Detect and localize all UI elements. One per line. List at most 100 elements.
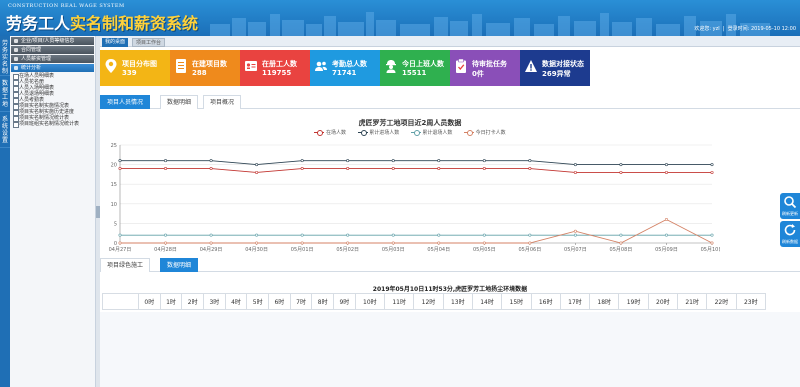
tab-project-personnel[interactable]: 项目人员情况 — [100, 95, 151, 109]
card-projects-under-construction[interactable]: 在建项目数 288 — [170, 50, 240, 86]
hour-header-cell: 9时 — [333, 293, 356, 310]
data-point — [528, 241, 532, 245]
x-tick-label: 05月08日 — [610, 247, 633, 253]
users-icon — [315, 61, 327, 71]
sidebar-group-salary[interactable]: 人员薪资管理 — [11, 55, 94, 63]
hour-header-cell: 3时 — [203, 293, 226, 310]
data-point — [710, 241, 714, 245]
card-value: 71741 — [332, 69, 357, 77]
card-value: 119755 — [262, 69, 292, 77]
data-point — [300, 241, 304, 245]
data-point — [164, 167, 168, 171]
welcome-label: 欢迎您 — [694, 26, 710, 32]
card-attendance-total[interactable]: 考勤总人数 71741 — [310, 50, 380, 86]
app-title-main: 劳务工人 — [6, 14, 71, 33]
module-strip: 劳务实名制 数据工地 系统设置 — [0, 36, 10, 387]
card-value: 339 — [122, 69, 137, 77]
data-point — [482, 241, 486, 245]
side-button-label: 刷新更新 — [782, 211, 798, 216]
tab-project-workbench[interactable]: 项目工作台 — [132, 38, 166, 47]
x-tick-label: 05月03日 — [382, 247, 405, 253]
card-label: 考勤总人数 — [332, 60, 367, 68]
data-point — [664, 233, 668, 237]
data-point — [391, 159, 395, 163]
sidebar-item-team-statistics[interactable]: 项目班组实名制情况统计表 — [10, 121, 95, 128]
data-point — [300, 233, 304, 237]
id-card-icon — [245, 61, 257, 71]
warning-icon — [525, 60, 537, 72]
data-point — [209, 241, 213, 245]
refresh-icon — [784, 224, 796, 236]
module-site-data[interactable]: 数据工地 — [0, 76, 10, 112]
tab-my-desktop[interactable]: 我的桌面 — [102, 38, 129, 47]
data-point — [209, 159, 213, 163]
bottom-tabs: 项目绿色施工 数据明细 — [100, 256, 800, 272]
card-registered-workers[interactable]: 在册工人数 119755 — [240, 50, 310, 86]
data-point — [710, 170, 714, 174]
card-value: 0件 — [472, 70, 484, 78]
sidebar-group-enterprise-info[interactable]: 企业/项目/人员等级信息 — [11, 37, 94, 45]
hour-header-cell: 20时 — [647, 293, 678, 310]
app-title: 劳务工人实名制和薪资系统 — [6, 10, 198, 34]
hour-header-cell: 22时 — [706, 293, 737, 310]
data-point — [664, 170, 668, 174]
worker-icon — [386, 60, 396, 73]
env-data-title: 2019年05月10日11时53分,虎匠罗芳工地扬尘环境数据 — [372, 286, 528, 293]
hour-header-cell: 15时 — [501, 293, 532, 310]
summary-cards: 项目分布图 339 在建项目数 288 在册工人数 119755 考勤总人数 7… — [100, 50, 800, 86]
data-point — [118, 233, 122, 237]
data-point — [482, 159, 486, 163]
y-tick-label: 10 — [111, 202, 117, 208]
hour-header-cell: 19时 — [618, 293, 649, 310]
card-value: 269异常 — [542, 70, 571, 78]
user-info: 欢迎您: yzl | 登录时间: 2019-05-10 12:00 — [694, 26, 796, 32]
y-tick-label: 5 — [114, 221, 117, 227]
hour-header-cell: 0时 — [138, 293, 161, 310]
login-time: 2019-05-10 12:00 — [750, 26, 796, 32]
hour-header-cell: 6时 — [268, 293, 291, 310]
header-subtitle: CONSTRUCTION REAL WAGE SYSTEM — [8, 3, 125, 9]
data-point — [664, 163, 668, 167]
card-data-integration-status[interactable]: 数据对接状态 269异常 — [520, 50, 590, 86]
card-pending-approvals[interactable]: 待审批任务 0件 — [450, 50, 520, 86]
card-project-map[interactable]: 项目分布图 339 — [100, 50, 170, 86]
x-tick-label: 05月04日 — [427, 247, 450, 253]
content-bottom-area — [100, 312, 800, 387]
module-labor-realname[interactable]: 劳务实名制 — [0, 36, 10, 76]
data-point — [619, 241, 623, 245]
data-point — [346, 167, 350, 171]
tab-env-data-detail[interactable]: 数据明细 — [160, 258, 199, 272]
data-point — [391, 167, 395, 171]
x-tick-label: 05月01日 — [291, 247, 314, 253]
card-label: 在建项目数 — [192, 60, 227, 68]
tab-green-construction[interactable]: 项目绿色施工 — [100, 258, 151, 272]
hour-header-cell: 12时 — [413, 293, 444, 310]
data-point — [164, 241, 168, 245]
tab-project-overview[interactable]: 项目概况 — [203, 95, 242, 109]
data-point — [209, 233, 213, 237]
data-point — [437, 167, 441, 171]
data-point — [437, 233, 441, 237]
personnel-line-chart: 051015202504月27日 04月28日 04月29日 04月30日 05月01日… — [109, 143, 720, 253]
x-tick-label: 04月27日 — [109, 247, 132, 253]
hour-header-cell: 21时 — [676, 293, 708, 310]
x-tick-label: 05月06日 — [518, 247, 541, 253]
card-today-on-duty[interactable]: 今日上班人数 15511 — [380, 50, 450, 86]
x-tick-label: 04月30日 — [245, 247, 268, 253]
x-tick-label: 04月28日 — [154, 247, 177, 253]
side-search-button[interactable]: 刷新更新 — [780, 193, 800, 219]
username[interactable]: yzl — [713, 26, 720, 32]
side-refresh-button[interactable]: 刷新数据 — [780, 221, 800, 247]
sidebar-group-contracts[interactable]: 合同管理 — [11, 46, 94, 54]
data-point — [437, 241, 441, 245]
x-tick-label: 05月05日 — [473, 247, 496, 253]
y-tick-label: 15 — [111, 182, 117, 188]
main-content: 我的桌面 项目工作台 项目分布图 339 在建项目数 288 在册工人数 119… — [100, 36, 800, 387]
x-tick-label: 05月02日 — [336, 247, 359, 253]
sidebar-group-statistics[interactable]: 统计分析 — [11, 64, 94, 72]
data-point — [619, 170, 623, 174]
x-tick-label: 05月09日 — [655, 247, 678, 253]
tab-data-detail[interactable]: 数据明细 — [160, 95, 199, 109]
module-system-settings[interactable]: 系统设置 — [0, 112, 10, 148]
hour-header-cell: 1时 — [159, 293, 183, 310]
